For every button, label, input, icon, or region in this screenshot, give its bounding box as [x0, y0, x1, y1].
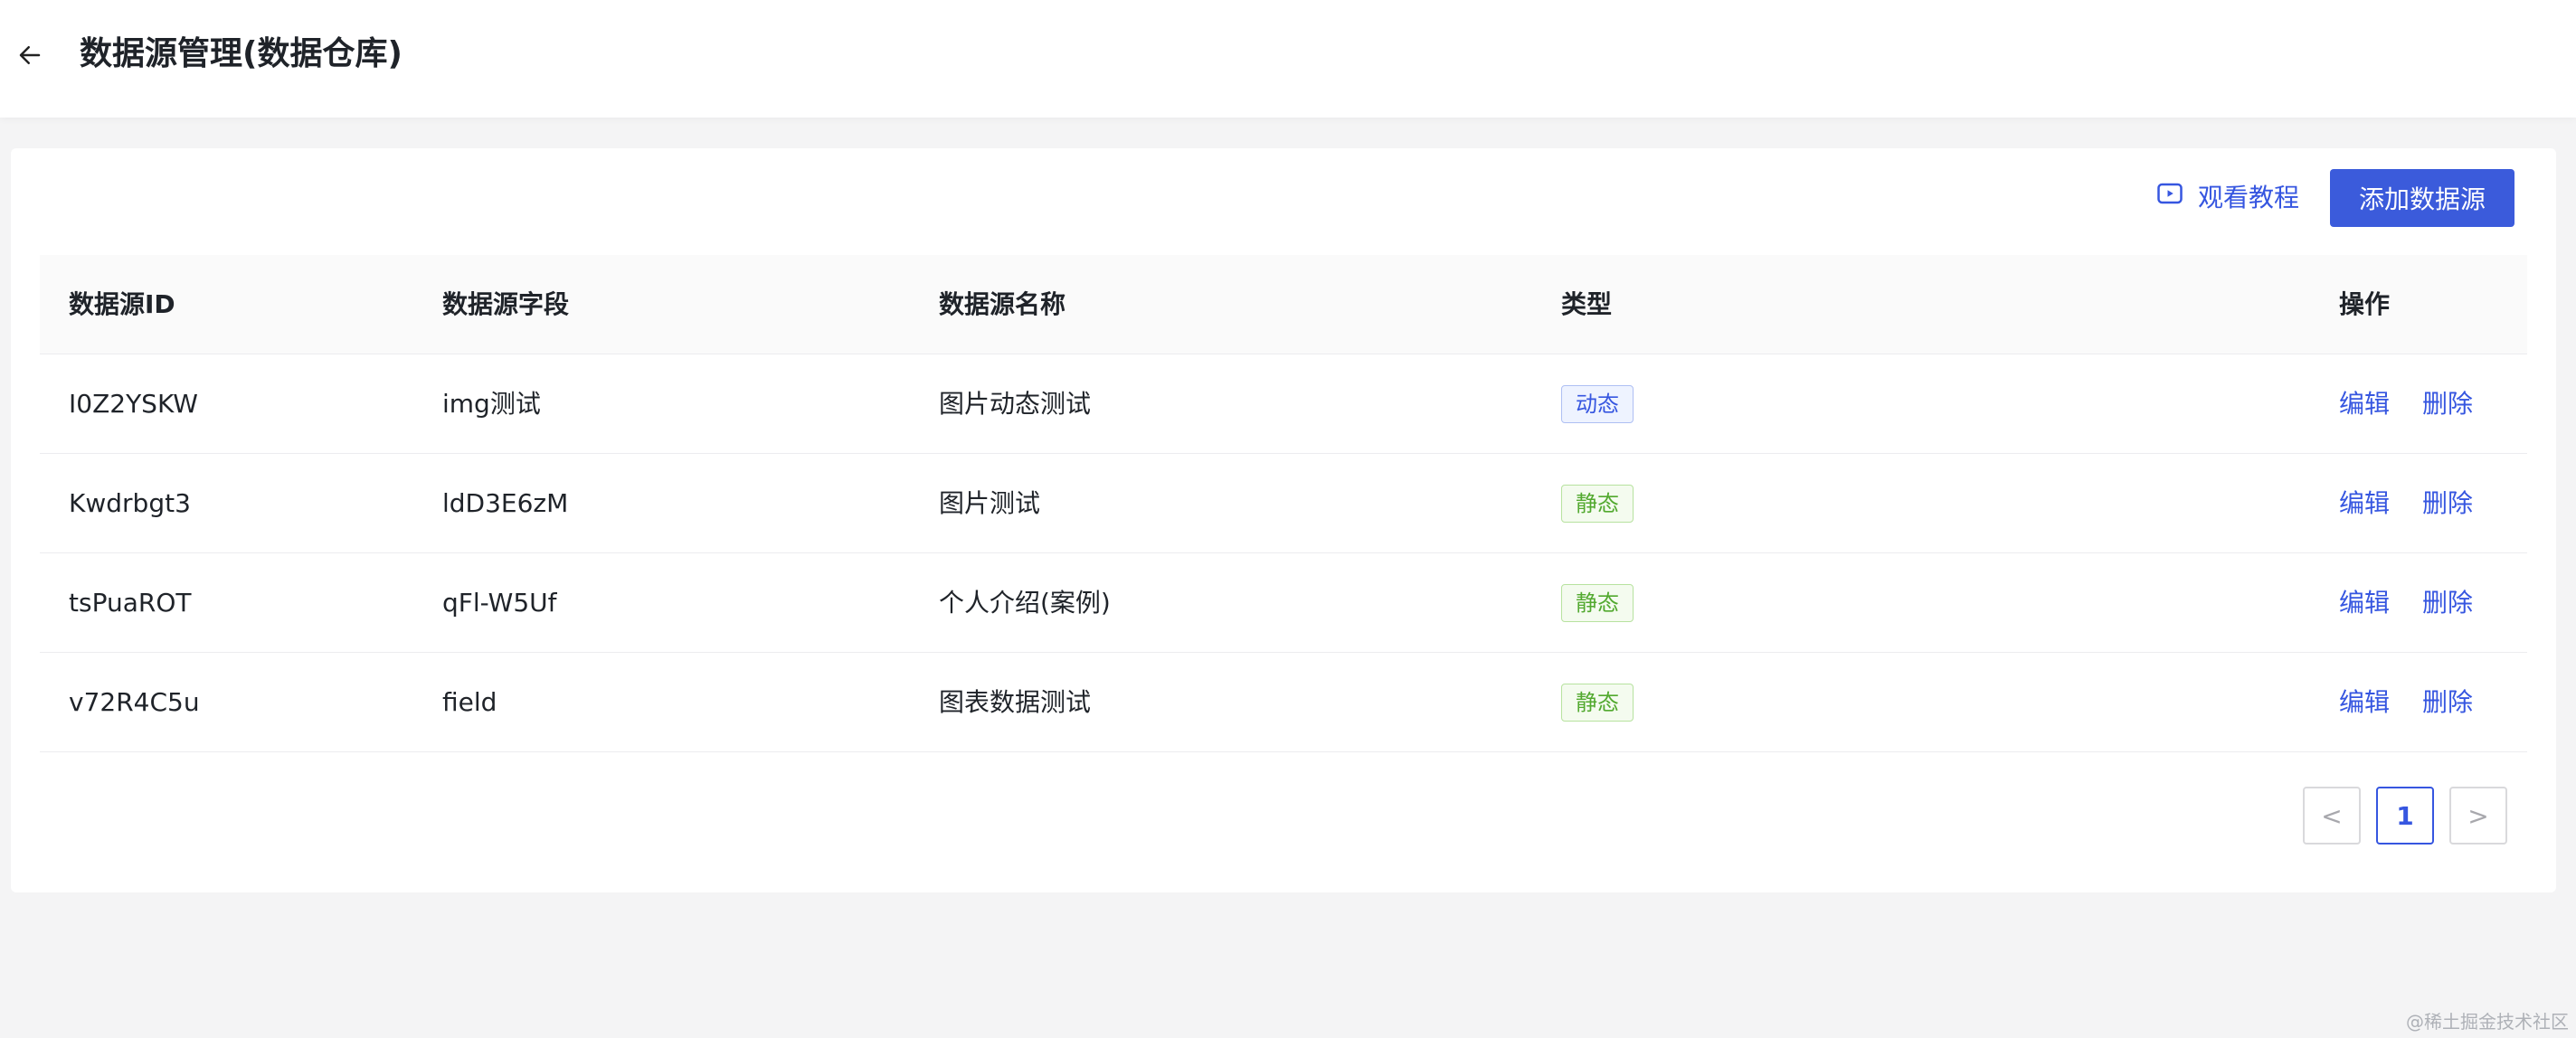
data-source-type: 静态: [1532, 683, 2310, 722]
data-source-field: ldD3E6zM: [442, 487, 569, 518]
data-source-id: Kwdrbgt3: [69, 487, 191, 518]
previous-page-button[interactable]: <: [2303, 787, 2361, 845]
static-type-tag: 静态: [1561, 583, 1634, 622]
toolbar: 观看教程 添加数据源: [2156, 169, 2514, 227]
edit-link[interactable]: 编辑: [2339, 486, 2390, 522]
static-type-tag: 静态: [1561, 484, 1634, 523]
delete-link[interactable]: 删除: [2422, 585, 2473, 621]
data-source-id: tsPuaROT: [69, 587, 192, 618]
data-source-name: 图片动态测试: [939, 388, 1092, 419]
edit-link[interactable]: 编辑: [2339, 684, 2390, 721]
data-source-card: 观看教程 添加数据源 数据源ID 数据源字段 数据源名称 类型 操作 I0Z2Y…: [11, 148, 2556, 892]
page-title: 数据源管理(数据仓库): [80, 35, 402, 72]
current-page-button[interactable]: 1: [2376, 787, 2434, 845]
row-actions: 编辑 删除: [2310, 585, 2527, 621]
column-header-actions: 操作: [2339, 288, 2391, 319]
column-header-type: 类型: [1561, 288, 1613, 319]
data-source-name: 图片测试: [939, 487, 1041, 518]
watch-tutorial-label: 观看教程: [2197, 183, 2299, 212]
add-data-source-button[interactable]: 添加数据源: [2329, 169, 2514, 227]
data-source-type: 动态: [1532, 384, 2310, 423]
next-page-button[interactable]: >: [2449, 787, 2507, 845]
delete-link[interactable]: 删除: [2422, 486, 2473, 522]
data-source-field: qFl-W5Uf: [442, 587, 557, 618]
watermark: @稀土掘金技术社区: [2406, 1011, 2569, 1033]
data-source-name: 个人介绍(案例): [939, 587, 1111, 618]
data-source-id: I0Z2YSKW: [69, 388, 198, 419]
data-source-type: 静态: [1532, 484, 2310, 523]
data-source-id: v72R4C5u: [69, 686, 200, 717]
table-row: Kwdrbgt3 ldD3E6zM 图片测试 静态 编辑 删除: [40, 454, 2527, 553]
row-actions: 编辑 删除: [2310, 684, 2527, 721]
dynamic-type-tag: 动态: [1561, 384, 1634, 423]
table-row: I0Z2YSKW img测试 图片动态测试 动态 编辑 删除: [40, 354, 2527, 454]
pagination: < 1 >: [2303, 787, 2507, 845]
data-source-type: 静态: [1532, 583, 2310, 622]
data-source-field: field: [442, 686, 497, 717]
column-header-field: 数据源字段: [442, 288, 570, 319]
data-source-name: 图表数据测试: [939, 686, 1092, 717]
column-header-id: 数据源ID: [69, 288, 175, 319]
row-actions: 编辑 删除: [2310, 386, 2527, 422]
data-source-field: img测试: [442, 388, 541, 419]
data-source-table: 数据源ID 数据源字段 数据源名称 类型 操作 I0Z2YSKW img测试 图…: [40, 255, 2527, 752]
column-header-name: 数据源名称: [939, 288, 1066, 319]
edit-link[interactable]: 编辑: [2339, 585, 2390, 621]
video-play-icon: [2156, 180, 2183, 216]
row-actions: 编辑 删除: [2310, 486, 2527, 522]
arrow-left-icon[interactable]: [14, 40, 45, 71]
page-header: 数据源管理(数据仓库): [0, 0, 2576, 118]
table-row: v72R4C5u field 图表数据测试 静态 编辑 删除: [40, 653, 2527, 752]
delete-link[interactable]: 删除: [2422, 684, 2473, 721]
delete-link[interactable]: 删除: [2422, 386, 2473, 422]
arrow-left-icon-svg: [19, 46, 41, 64]
watch-tutorial-link[interactable]: 观看教程: [2156, 180, 2299, 216]
table-row: tsPuaROT qFl-W5Uf 个人介绍(案例) 静态 编辑 删除: [40, 553, 2527, 653]
static-type-tag: 静态: [1561, 683, 1634, 722]
edit-link[interactable]: 编辑: [2339, 386, 2390, 422]
table-header-row: 数据源ID 数据源字段 数据源名称 类型 操作: [40, 255, 2527, 354]
